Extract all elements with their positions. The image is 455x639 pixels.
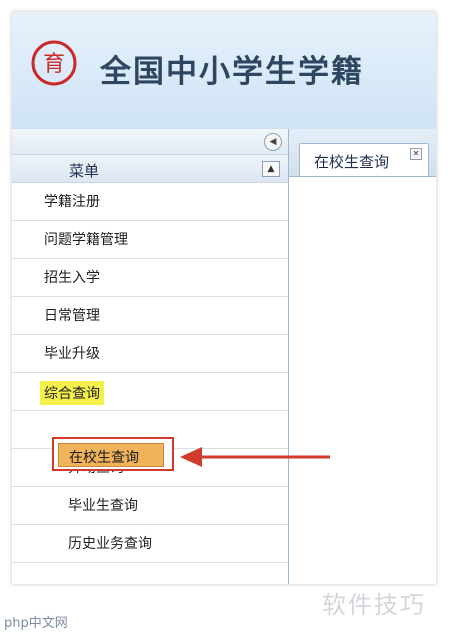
menu-item-comprehensive-query[interactable]: 综合查询 <box>12 373 288 411</box>
menu-item-label: 招生入学 <box>44 270 100 286</box>
app-banner: 育 全国中小学生学籍 <box>12 12 436 129</box>
watermark-right: 软件技巧 <box>322 591 426 619</box>
app-window: 育 全国中小学生学籍 ◀ 菜单 ▲ 学籍注册 问题学籍管理 招生入学 日常管理 … <box>12 12 436 584</box>
tab-bar: 在校生查询 ✕ <box>289 129 436 177</box>
annotation-arrow-icon <box>180 447 330 467</box>
logo-glyph: 育 <box>43 52 65 77</box>
menu-item-label: 综合查询 <box>40 381 104 405</box>
menu-item-daily-management[interactable]: 日常管理 <box>12 297 288 335</box>
sidebar: ◀ 菜单 ▲ 学籍注册 问题学籍管理 招生入学 日常管理 毕业升级 综合查询 异… <box>12 129 289 584</box>
banner-title: 全国中小学生学籍 <box>100 54 364 90</box>
menu-item-label: 学籍注册 <box>44 194 100 210</box>
submenu-item-label: 毕业生查询 <box>68 498 138 514</box>
menu-item-student-registration[interactable]: 学籍注册 <box>12 183 288 221</box>
submenu-item-graduate-query[interactable]: 毕业生查询 <box>12 487 288 525</box>
submenu-item-label: 历史业务查询 <box>68 536 152 552</box>
collapse-sidebar-icon[interactable]: ◀ <box>264 133 282 151</box>
sidebar-top-bar: ◀ <box>12 129 288 155</box>
selected-submenu-item[interactable]: 在校生查询 <box>58 443 164 467</box>
menu-header[interactable]: 菜单 ▲ <box>12 155 288 183</box>
menu-collapse-icon[interactable]: ▲ <box>262 161 280 177</box>
menu-item-label: 日常管理 <box>44 308 100 324</box>
tab-label: 在校生查询 <box>314 153 390 171</box>
tab-current-students[interactable]: 在校生查询 ✕ <box>299 143 429 176</box>
menu-item-graduation[interactable]: 毕业升级 <box>12 335 288 373</box>
content-area: 在校生查询 ✕ <box>289 129 436 584</box>
menu-title: 菜单 <box>69 162 100 180</box>
selected-submenu-highlight[interactable]: 在校生查询 <box>52 437 174 471</box>
selected-submenu-label: 在校生查询 <box>69 450 139 466</box>
submenu-item-history-query[interactable]: 历史业务查询 <box>12 525 288 563</box>
menu-item-label: 毕业升级 <box>44 346 100 362</box>
menu-item-problem-records[interactable]: 问题学籍管理 <box>12 221 288 259</box>
school-logo: 育 <box>31 40 77 86</box>
menu-item-admission[interactable]: 招生入学 <box>12 259 288 297</box>
watermark-left: php中文网 <box>4 616 68 631</box>
menu-item-label: 问题学籍管理 <box>44 232 128 248</box>
close-icon[interactable]: ✕ <box>410 148 422 160</box>
